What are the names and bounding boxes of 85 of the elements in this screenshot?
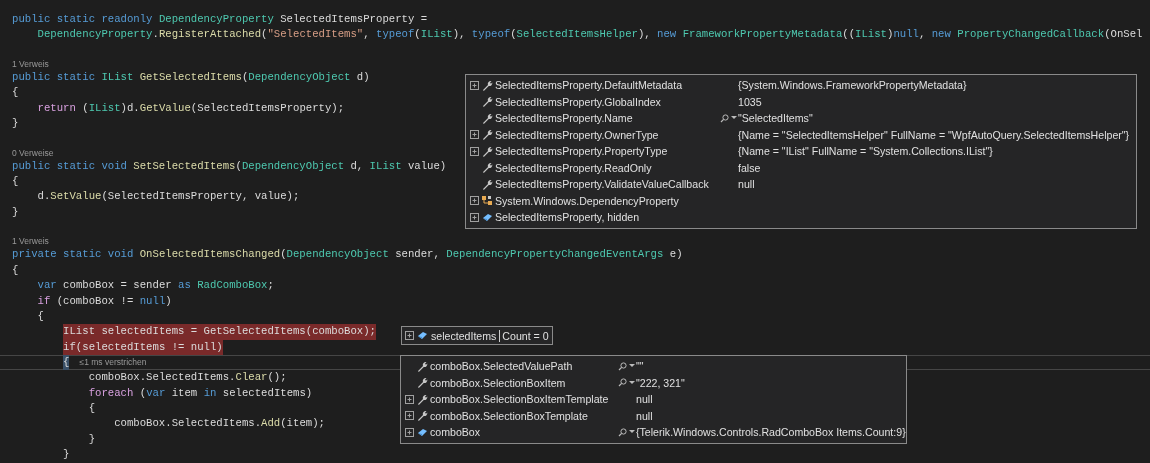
variable-value: null [636,409,654,422]
search-icon[interactable] [720,113,729,123]
variable-name: SelectedItemsProperty.DefaultMetadata [495,79,684,92]
variable-value: {Name = "SelectedItemsHelper" FullName = "WpfAutoQuery.SelectedItemsHelper"} [738,128,1131,141]
variable-value: {Name = "IList" FullName = "System.Collections.IList"} [738,145,994,158]
variable-value: "SelectedItems" [738,112,814,125]
variable-value: null [636,393,654,406]
code-line: d.SetValue(SelectedItemsProperty, value); [37,189,300,205]
expand-icon[interactable] [469,130,479,140]
variable-name: SelectedItemsProperty.GlobalIndex [495,95,662,108]
variable-value: "222, 321" [636,376,686,389]
expand-icon[interactable] [404,411,414,421]
variable-name: comboBox [430,426,482,439]
variable-name: SelectedItemsProperty, hidden [495,211,641,224]
wrench-icon [481,96,493,108]
search-icon[interactable] [618,378,627,388]
code-line: return (IList)d.GetValue(SelectedItemsProperty); [37,100,345,116]
expand-icon[interactable] [405,331,414,340]
variable-name: comboBox.SelectionBoxItem [430,376,567,389]
expand-icon[interactable] [469,80,479,90]
caret-icon[interactable] [629,364,635,369]
code-line: { [37,308,44,324]
variable-name: System.Windows.DependencyProperty [495,194,680,207]
code-line: if (comboBox != null) [37,293,172,309]
variable-value: null [738,178,756,191]
code-line: } [88,431,96,447]
wrench-icon [481,112,493,124]
expand-icon[interactable] [404,394,414,404]
variable-value: "" [636,360,645,373]
code-line: private static void OnSelectedItemsChanged(DependencyObject sender, DependencyPropertyChangedEventArgs e) [12,247,683,263]
search-icon[interactable] [618,427,627,437]
caret-icon[interactable] [731,116,737,121]
object-icon [417,331,428,340]
reference-count[interactable]: 1 Verweis [12,59,49,70]
wrench-icon [481,145,493,157]
elapsed-time-tip[interactable]: ≤1 ms verstrichen [79,354,147,371]
code-line: { [88,400,96,416]
variable-name: SelectedItemsProperty.ValidateValueCallback [495,178,710,191]
variable-value: {Telerik.Windows.Controls.RadComboBox Items.Count:9} [636,426,906,439]
code-line: } [63,446,70,462]
expand-icon[interactable] [469,146,479,156]
code-line: { [12,262,19,278]
code-line: var comboBox = sender as RadComboBox; [37,278,274,294]
variable-name: comboBox.SelectionBoxItemTemplate [430,393,610,406]
object-icon [481,212,493,222]
wrench-icon [481,79,493,91]
variable-value: {System.Windows.FrameworkPropertyMetadata} [738,79,968,92]
variable-name: comboBox.SelectionBoxTemplate [430,409,589,422]
expand-icon[interactable] [469,212,479,222]
reference-count[interactable]: 0 Verweise [12,147,54,158]
code-line: } [12,116,19,132]
code-line: } [12,204,19,220]
variable-value: Count = 0 [499,329,549,342]
search-icon[interactable] [618,361,627,371]
wrench-icon [481,162,493,174]
class-hierarchy-icon [481,194,493,207]
wrench-icon [481,178,493,190]
variable-value: 1035 [738,95,763,108]
variable-name: selectedItems [431,329,497,342]
variable-name: SelectedItemsProperty.OwnerType [495,128,660,141]
wrench-icon [416,377,428,389]
variable-name: SelectedItemsProperty.ReadOnly [495,161,653,174]
wrench-icon [416,360,428,372]
variable-name: comboBox.SelectedValuePath [430,360,574,373]
expand-icon[interactable] [404,427,414,437]
code-line: comboBox.SelectedItems.Clear(); [88,370,287,386]
caret-icon[interactable] [629,430,635,435]
variable-value: false [738,161,762,174]
variable-name: SelectedItemsProperty.PropertyType [495,145,669,158]
object-icon [416,427,428,437]
code-line: DependencyProperty.RegisterAttached("SelectedItems", typeof(IList), typeof(SelectedItemsHelper), new FrameworkPropertyMetadata((IList)null, new PropertyChangedCallback(OnSel [37,27,1143,43]
wrench-icon [416,393,428,405]
caret-icon[interactable] [629,380,635,385]
code-line: { [12,85,19,101]
code-line: comboBox.SelectedItems.Add(item); [114,416,325,432]
code-line: { [12,174,19,190]
wrench-icon [481,129,493,141]
code-line: public static void SetSelectedItems(DependencyObject d, IList value) [12,158,447,174]
code-line: public static IList GetSelectedItems(DependencyObject d) [12,70,370,86]
reference-count[interactable]: 1 Verweis [12,236,49,247]
wrench-icon [416,410,428,422]
variable-name: SelectedItemsProperty.Name [495,112,634,125]
code-line: foreach (var item in selectedItems) [88,385,313,401]
expand-icon[interactable] [469,196,479,206]
code-line: public static readonly DependencyProperty SelectedItemsProperty = [12,12,428,27]
